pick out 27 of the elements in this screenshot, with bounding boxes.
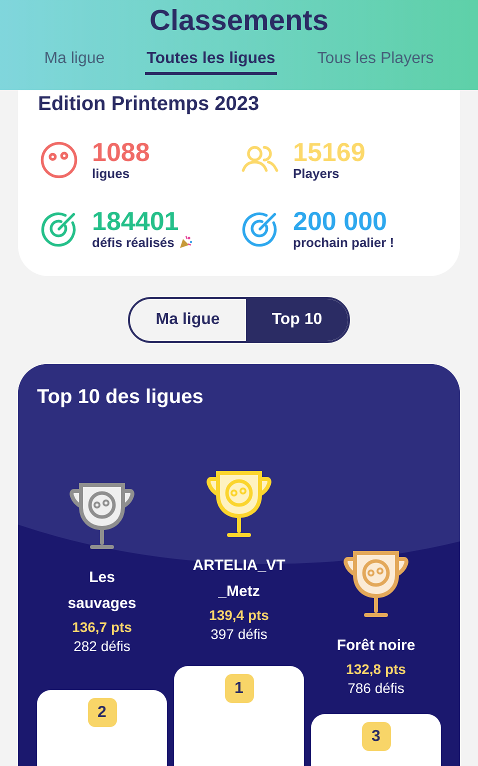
tab[interactable]: Tous les Players: [315, 50, 436, 75]
league-challenges: 282 défis: [74, 638, 130, 654]
league-points: 136,7 pts: [72, 619, 132, 635]
tab[interactable]: Toutes les ligues: [144, 50, 278, 75]
segment-button[interactable]: Top 10: [246, 299, 348, 341]
league-points: 132,8 pts: [346, 661, 406, 677]
league-points: 139,4 pts: [209, 607, 269, 623]
stat-value: 184401: [92, 207, 180, 235]
tab[interactable]: Ma ligue: [42, 50, 107, 75]
league-name: ARTELIA_VT_Metz: [192, 556, 286, 602]
top10-title: Top 10 des ligues: [37, 386, 204, 409]
league-name: Les sauvages: [66, 568, 138, 614]
stat-value: 15169: [293, 138, 366, 166]
edition-title: Edition Printemps 2023: [38, 93, 260, 116]
stat-label: Players: [293, 166, 340, 181]
page-title: Classements: [150, 5, 328, 38]
league-challenges: 786 défis: [348, 680, 404, 696]
rank-badge: 1: [224, 674, 254, 703]
rank-badge: 3: [362, 722, 390, 751]
stat-label: prochain palier !: [293, 235, 394, 250]
stat-label: défis réalisés: [92, 235, 194, 250]
stat-label: ligues: [92, 166, 131, 181]
league-name: Forêt noire: [336, 636, 416, 656]
stat-value: 200 000: [293, 207, 388, 235]
league-challenges: 397 défis: [210, 626, 268, 642]
rank-badge: 2: [88, 698, 116, 727]
stat-value: 1088: [92, 138, 150, 166]
